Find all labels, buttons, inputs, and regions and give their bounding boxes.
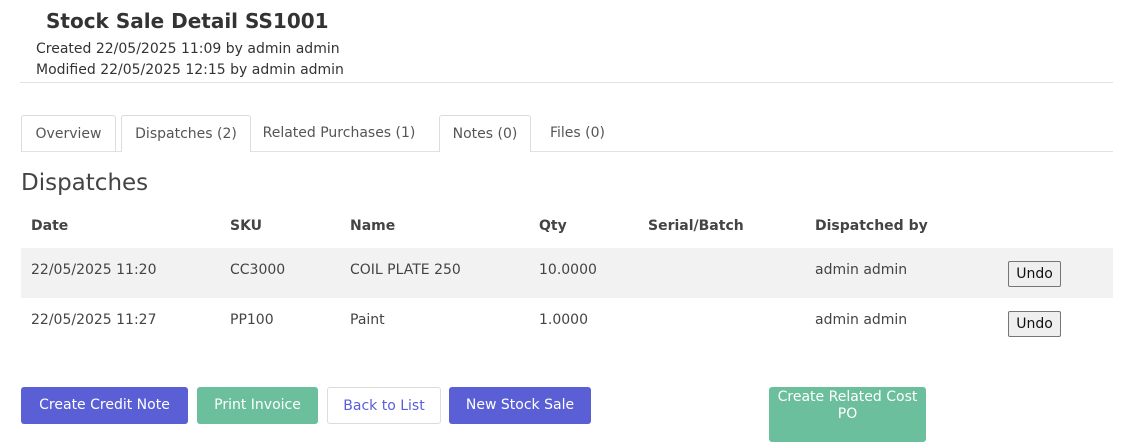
create-related-cost-po-button[interactable]: Create Related Cost PO [769, 387, 926, 442]
cell-qty: 1.0000 [539, 312, 588, 328]
section-title: Dispatches [21, 170, 149, 196]
cell-name: Paint [350, 312, 385, 328]
tab-files[interactable]: Files (0) [541, 115, 614, 152]
undo-button[interactable]: Undo [1008, 261, 1061, 287]
column-header-dispatched-by: Dispatched by [815, 218, 928, 234]
undo-button[interactable]: Undo [1008, 311, 1061, 337]
cell-dispatched-by: admin admin [815, 312, 908, 328]
tab-related-purchases[interactable]: Related Purchases (1) [259, 115, 419, 152]
page-header: Stock Sale Detail SS1001 Created 22/05/2… [20, 0, 1113, 83]
table-row: 22/05/2025 11:20 CC3000 COIL PLATE 250 1… [21, 248, 1113, 298]
column-header-date: Date [31, 218, 69, 234]
cell-dispatched-by: admin admin [815, 262, 908, 278]
tab-dispatches[interactable]: Dispatches (2) [121, 115, 251, 152]
cell-name: COIL PLATE 250 [350, 262, 461, 278]
tab-bar: Overview Dispatches (2) Related Purchase… [21, 115, 1113, 152]
column-header-qty: Qty [539, 218, 567, 234]
column-header-sku: SKU [230, 218, 263, 234]
cell-sku: PP100 [230, 312, 274, 328]
create-credit-note-button[interactable]: Create Credit Note [21, 387, 188, 424]
table-row: 22/05/2025 11:27 PP100 Paint 1.0000 admi… [21, 298, 1113, 348]
column-header-name: Name [350, 218, 396, 234]
cell-date: 22/05/2025 11:20 [31, 262, 157, 278]
tab-notes[interactable]: Notes (0) [439, 115, 531, 152]
print-invoice-button[interactable]: Print Invoice [197, 387, 318, 424]
column-header-serial-batch: Serial/Batch [648, 218, 744, 234]
tab-overview[interactable]: Overview [21, 115, 116, 152]
back-to-list-button[interactable]: Back to List [327, 387, 441, 424]
cell-qty: 10.0000 [539, 262, 597, 278]
new-stock-sale-button[interactable]: New Stock Sale [449, 387, 591, 424]
cell-sku: CC3000 [230, 262, 286, 278]
modified-info: Modified 22/05/2025 12:15 by admin admin [36, 62, 344, 78]
page-title: Stock Sale Detail SS1001 [46, 9, 329, 33]
created-info: Created 22/05/2025 11:09 by admin admin [36, 41, 340, 57]
cell-date: 22/05/2025 11:27 [31, 312, 157, 328]
